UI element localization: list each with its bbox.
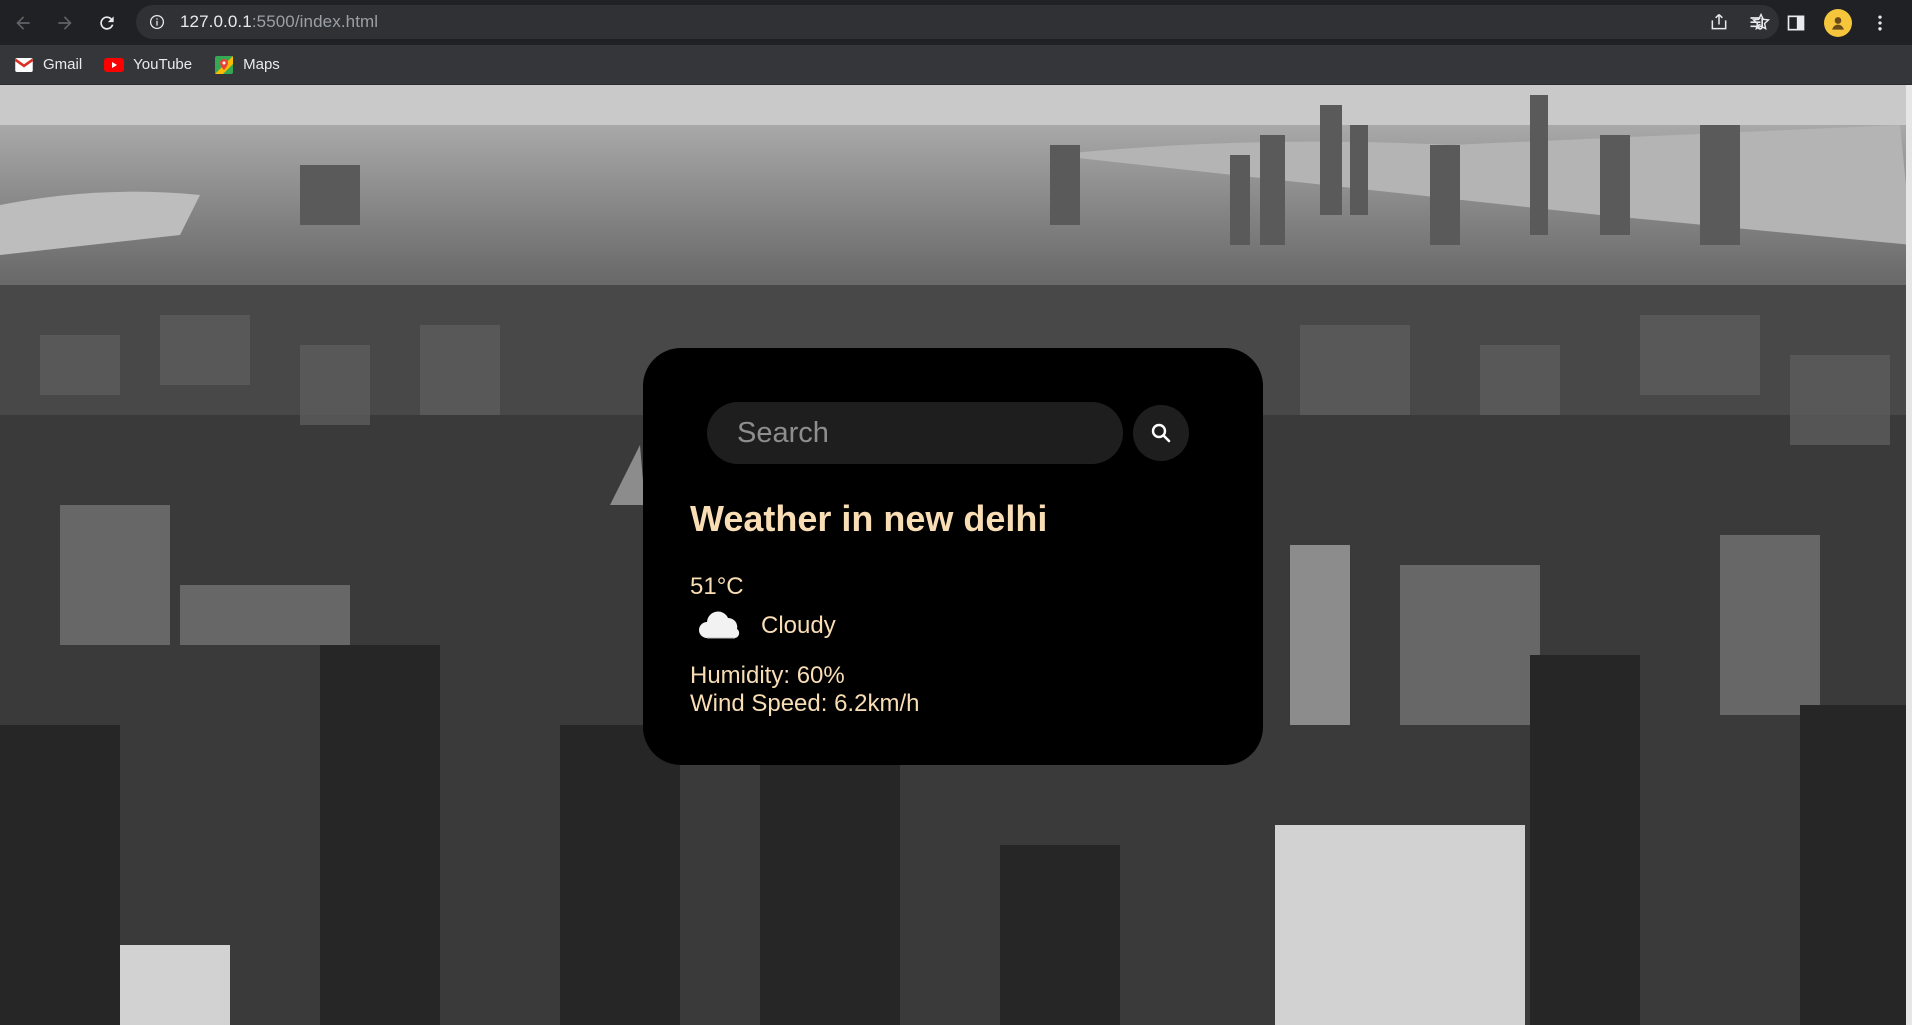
url-text: 127.0.0.1:5500/index.html: [180, 12, 378, 32]
humidity-value: Humidity: 60%: [690, 662, 845, 689]
search-icon: [1151, 423, 1171, 443]
back-button[interactable]: [4, 4, 42, 42]
city-heading: Weather in new delhi: [690, 498, 1048, 539]
back-arrow-icon: [16, 15, 30, 30]
bookmark-label: Maps: [243, 56, 280, 73]
bookmark-label: YouTube: [133, 56, 193, 73]
site-info-icon[interactable]: [148, 13, 166, 31]
youtube-icon: [104, 57, 125, 73]
profile-avatar[interactable]: [1824, 8, 1852, 37]
page-scrollbar[interactable]: [1906, 85, 1912, 1025]
temperature-value: 51°C: [690, 573, 744, 600]
search-button[interactable]: [1133, 405, 1189, 461]
reload-icon: [100, 15, 114, 30]
weather-description: Cloudy: [761, 612, 836, 639]
reload-button[interactable]: [88, 4, 126, 42]
gmail-icon: [14, 57, 34, 73]
weather-condition: Cloudy: [695, 606, 836, 646]
bookmark-label: Gmail: [43, 56, 83, 73]
url-path: :5500/index.html: [251, 12, 379, 31]
weather-card: Weather in new delhi 51°C Cloudy Humidit…: [643, 348, 1263, 765]
cloud-icon: [699, 611, 740, 639]
share-icon[interactable]: [1709, 12, 1729, 32]
menu-kebab-icon[interactable]: [1870, 13, 1890, 33]
forward-button[interactable]: [46, 4, 84, 42]
bookmark-maps[interactable]: Maps: [214, 55, 280, 74]
search-input[interactable]: [707, 402, 1123, 464]
media-control-icon[interactable]: [1748, 13, 1768, 33]
address-bar[interactable]: 127.0.0.1:5500/index.html: [136, 5, 1779, 39]
wind-speed-value: Wind Speed: 6.2km/h: [690, 690, 920, 717]
browser-toolbar: 127.0.0.1:5500/index.html: [0, 0, 1912, 45]
side-panel-icon[interactable]: [1786, 13, 1806, 33]
profile-icon: [1832, 16, 1844, 30]
bookmark-youtube[interactable]: YouTube: [104, 56, 192, 73]
forward-arrow-icon: [58, 15, 72, 30]
url-host: 127.0.0.1: [180, 12, 252, 31]
maps-icon: [214, 55, 234, 74]
search-bar: [707, 402, 1189, 464]
bookmark-gmail[interactable]: Gmail: [14, 56, 82, 73]
page-viewport: Weather in new delhi 51°C Cloudy Humidit…: [0, 85, 1912, 1025]
bookmarks-bar: Gmail YouTube Maps: [0, 45, 1912, 85]
